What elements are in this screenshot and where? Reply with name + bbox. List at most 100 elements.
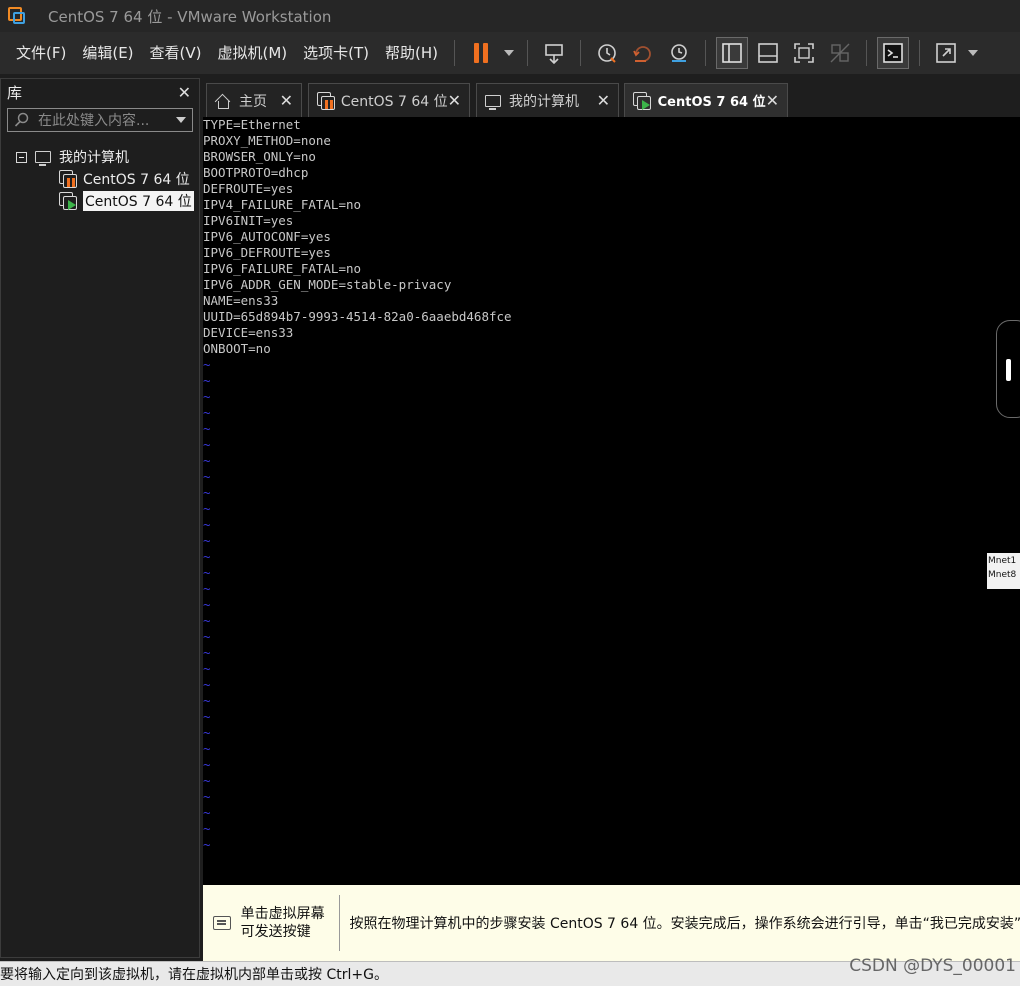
vim-empty-line-tilde: ~ xyxy=(203,357,211,372)
console-line: IPV6_AUTOCONF=yes xyxy=(203,229,331,244)
vim-empty-line-tilde: ~ xyxy=(203,533,211,548)
tab-my-computer[interactable]: 我的计算机 ✕ xyxy=(476,83,619,117)
console-line: BROWSER_ONLY=no xyxy=(203,149,316,164)
menu-edit[interactable]: 编辑(E) xyxy=(74,38,141,68)
vim-empty-line-tilde: ~ xyxy=(203,597,211,612)
vim-empty-line-tilde: ~ xyxy=(203,789,211,804)
toolbar-separator xyxy=(866,40,868,66)
hint-divider xyxy=(338,895,340,951)
vim-empty-line-tilde: ~ xyxy=(203,613,211,628)
menu-file[interactable]: 文件(F) xyxy=(8,38,74,68)
fullscreen-button[interactable] xyxy=(788,37,820,69)
close-icon[interactable]: ✕ xyxy=(280,91,293,110)
vim-empty-line-tilde: ~ xyxy=(203,645,211,660)
show-thumbnail-icon xyxy=(758,43,778,63)
send-keys-button[interactable] xyxy=(538,37,570,69)
tree-item-label: 我的计算机 xyxy=(59,150,129,166)
hint-click-to-send-keys[interactable]: 单击虚拟屏幕可发送按键 xyxy=(241,905,335,941)
tree-item-label: CentOS 7 64 位 xyxy=(83,191,194,211)
vim-empty-line-tilde: ~ xyxy=(203,773,211,788)
tab-bar: 主页 ✕ CentOS 7 64 位 ✕ 我的计算机 ✕ CentOS 7 64… xyxy=(203,78,1020,118)
toolbar-separator xyxy=(527,40,529,66)
vim-empty-line-tilde: ~ xyxy=(203,677,211,692)
vim-empty-line-tilde: ~ xyxy=(203,517,211,532)
search-input[interactable]: 在此处键入内容... xyxy=(38,110,176,130)
vim-empty-line-tilde: ~ xyxy=(203,565,211,580)
console-line: IPV6INIT=yes xyxy=(203,213,294,228)
console-line: TYPE=Ethernet xyxy=(203,117,301,132)
vm-console-screen[interactable]: TYPE=Ethernet PROXY_METHOD=none BROWSER_ON… xyxy=(203,117,1020,885)
tab-label: CentOS 7 64 位 xyxy=(340,93,448,110)
menu-help[interactable]: 帮助(H) xyxy=(377,38,446,68)
console-line: UUID=65d894b7-9993-4514-82a0-6aaebd468fc… xyxy=(203,309,512,324)
console-line: PROXY_METHOD=none xyxy=(203,133,331,148)
title-bar: CentOS 7 64 位 - VMware Workstation xyxy=(0,0,1020,32)
revert-snapshot-icon xyxy=(633,46,651,62)
close-icon[interactable]: ✕ xyxy=(766,91,779,110)
popup-line: Mnet8 xyxy=(988,570,1017,580)
pause-icon xyxy=(474,43,489,63)
tree-item-label: CentOS 7 64 位 xyxy=(83,172,190,188)
send-keys-icon xyxy=(545,44,563,64)
vim-empty-line-tilde: ~ xyxy=(203,805,211,820)
show-thumbnail-button[interactable] xyxy=(752,37,784,69)
tab-label: 主页 xyxy=(239,93,267,110)
vim-empty-line-tilde: ~ xyxy=(203,725,211,740)
tab-centos-running[interactable]: CentOS 7 64 位 ✕ xyxy=(624,83,788,117)
vim-empty-line-tilde: ~ xyxy=(203,389,211,404)
hint-bar: 单击虚拟屏幕可发送按键 按照在物理计算机中的步骤安装 CentOS 7 64 位… xyxy=(203,885,1020,961)
snapshot-button[interactable] xyxy=(591,37,623,69)
close-icon[interactable]: ✕ xyxy=(178,83,191,102)
stretch-dropdown-button[interactable] xyxy=(966,37,980,69)
vim-empty-line-tilde: ~ xyxy=(203,453,211,468)
unity-icon xyxy=(830,43,850,63)
collapse-toggle-icon[interactable] xyxy=(16,151,27,163)
vim-empty-line-tilde: ~ xyxy=(203,629,211,644)
chevron-down-icon[interactable] xyxy=(176,117,186,123)
toolbar-separator xyxy=(454,40,456,66)
menu-tabs[interactable]: 选项卡(T) xyxy=(295,38,377,68)
pause-button[interactable] xyxy=(465,37,497,69)
vmnet-popup: Mnet1 Mnet8 xyxy=(987,553,1020,589)
console-line: NAME=ens33 xyxy=(203,293,279,308)
tree-item-vm-running[interactable]: CentOS 7 64 位 xyxy=(1,190,199,212)
fullscreen-icon xyxy=(794,43,814,63)
library-tree: 我的计算机 CentOS 7 64 位 CentOS 7 64 位 xyxy=(1,146,199,212)
console-line: DEFROUTE=yes xyxy=(203,181,294,196)
tab-centos-paused[interactable]: CentOS 7 64 位 ✕ xyxy=(308,83,470,117)
console-line: BOOTPROTO=dhcp xyxy=(203,165,309,180)
toolbar-separator xyxy=(919,40,921,66)
power-dropdown-button[interactable] xyxy=(501,37,517,69)
show-library-button[interactable] xyxy=(716,37,749,69)
vim-empty-line-tilde: ~ xyxy=(203,757,211,772)
vim-empty-line-tilde: ~ xyxy=(203,837,211,852)
console-view-button[interactable] xyxy=(877,37,910,69)
console-line: DEVICE=ens33 xyxy=(203,325,294,340)
menu-vm[interactable]: 虚拟机(M) xyxy=(210,38,296,68)
vim-empty-line-tilde: ~ xyxy=(203,661,211,676)
console-line: ONBOOT=no xyxy=(203,341,271,356)
show-library-icon xyxy=(722,43,742,63)
unity-button[interactable] xyxy=(824,37,856,69)
tree-item-my-computer[interactable]: 我的计算机 xyxy=(1,146,199,168)
close-icon[interactable]: ✕ xyxy=(448,91,461,110)
keyboard-icon xyxy=(213,916,231,930)
revert-snapshot-button[interactable] xyxy=(627,37,659,69)
status-text: 要将输入定向到该虚拟机，请在虚拟机内部单击或按 Ctrl+G。 xyxy=(0,967,388,983)
toolbar-separator xyxy=(580,40,582,66)
vim-empty-line-tilde: ~ xyxy=(203,741,211,756)
tab-home[interactable]: 主页 ✕ xyxy=(206,83,302,117)
library-search[interactable]: 在此处键入内容... xyxy=(7,108,193,132)
close-icon[interactable]: ✕ xyxy=(597,91,610,110)
vim-empty-line-tilde: ~ xyxy=(203,693,211,708)
console-icon xyxy=(883,43,903,63)
tree-item-vm-paused[interactable]: CentOS 7 64 位 xyxy=(1,168,199,190)
side-panel-handle[interactable] xyxy=(996,320,1020,418)
snapshot-manager-button[interactable] xyxy=(663,37,695,69)
console-line: IPV6_ADDR_GEN_MODE=stable-privacy xyxy=(203,277,452,292)
menu-view[interactable]: 查看(V) xyxy=(142,38,210,68)
vim-empty-line-tilde: ~ xyxy=(203,709,211,724)
vmware-logo-icon xyxy=(6,5,28,27)
tab-label: CentOS 7 64 位 xyxy=(657,95,766,110)
stretch-button[interactable] xyxy=(930,37,962,69)
